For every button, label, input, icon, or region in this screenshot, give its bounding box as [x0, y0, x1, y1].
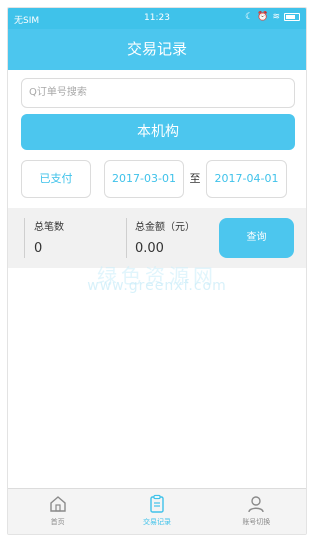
payment-status-select[interactable]: 已支付 — [21, 160, 91, 198]
total-amount: 总金额（元） 0.00 — [126, 218, 195, 258]
end-date-field[interactable]: 2017-04-01 — [206, 160, 287, 198]
total-count-label: 总笔数 — [34, 222, 64, 233]
page-title: 交易记录 — [8, 29, 306, 70]
tab-account-switch[interactable]: 账号切换 — [207, 489, 306, 534]
institution-button[interactable]: 本机构 — [21, 114, 295, 150]
wifi-icon: ≋ — [272, 12, 280, 22]
alarm-icon: ⏰ — [257, 12, 269, 22]
home-icon — [49, 496, 66, 512]
tab-home-label: 首页 — [50, 518, 65, 526]
tab-transactions-label: 交易记录 — [142, 518, 171, 526]
tab-transactions[interactable]: 交易记录 — [107, 489, 206, 534]
start-date-field[interactable]: 2017-03-01 — [104, 160, 184, 198]
tab-bar: 首页 交易记录 账号切换 — [8, 488, 306, 534]
status-icons: ☾ ⏰ ≋ — [245, 12, 300, 22]
status-bar: 无SIM 11:23 ☾ ⏰ ≋ — [8, 8, 306, 29]
date-range-separator: 至 — [189, 172, 201, 185]
total-amount-label: 总金额（元） — [135, 222, 195, 233]
tab-account-switch-label: 账号切换 — [242, 518, 271, 526]
moon-icon: ☾ — [245, 12, 254, 22]
total-amount-value: 0.00 — [135, 241, 164, 256]
query-button[interactable]: 查询 — [219, 218, 294, 258]
total-count: 总笔数 0 — [24, 218, 64, 258]
total-count-value: 0 — [34, 241, 43, 256]
tab-home[interactable]: 首页 — [8, 489, 107, 534]
watermark-url: www.greenxf.com — [87, 278, 227, 294]
search-input[interactable]: Q订单号搜索 — [21, 78, 295, 108]
battery-icon — [284, 13, 300, 21]
user-icon — [248, 496, 265, 513]
clipboard-icon — [150, 494, 164, 513]
phone-screen: 无SIM 11:23 ☾ ⏰ ≋ 交易记录 Q订单号搜索 本机构 已支付 201… — [7, 7, 307, 535]
